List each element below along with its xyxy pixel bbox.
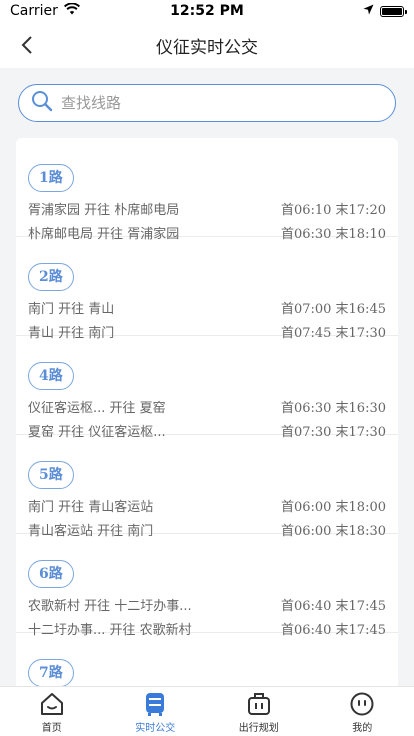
route-item-4[interactable]: 4路 仪征客运枢... 开往 夏窑 首06:30 末16:30 夏窑 开往 仪征… <box>16 336 398 440</box>
battery-icon <box>380 5 407 17</box>
luggage-icon <box>247 693 270 715</box>
back-button[interactable] <box>12 30 42 60</box>
home-icon <box>40 693 63 715</box>
search-input[interactable] <box>61 94 381 112</box>
status-right <box>363 3 407 19</box>
tab-bar: 首页 实时公交 出行规划 我的 <box>0 686 414 736</box>
route-times: 首07:00 末16:45 <box>280 302 386 317</box>
route-badge: 4路 <box>28 362 74 390</box>
route-list: 1路 胥浦家园 开往 朴席邮电局 首06:10 末17:20 朴席邮电局 开往 … <box>16 138 398 698</box>
chevron-left-icon <box>21 36 32 54</box>
route-direction-outbound: 南门 开往 青山客运站 首06:00 末18:00 <box>28 496 386 515</box>
route-times: 首06:30 末16:30 <box>280 401 386 416</box>
route-item-1[interactable]: 1路 胥浦家园 开往 朴席邮电局 首06:10 末17:20 朴席邮电局 开往 … <box>16 138 398 242</box>
status-bar: Carrier 12:52 PM <box>0 0 414 22</box>
route-direction-text: 胥浦家园 开往 朴席邮电局 <box>28 203 180 218</box>
route-item-2[interactable]: 2路 南门 开往 青山 首07:00 末16:45 青山 开往 南门 首07:4… <box>16 237 398 341</box>
bus-icon <box>146 693 165 716</box>
route-badge: 5路 <box>28 461 74 489</box>
route-badge: 7路 <box>28 659 74 687</box>
nav-bar: 仪征实时公交 <box>0 22 414 68</box>
location-arrow-icon <box>363 3 374 19</box>
route-direction-outbound: 胥浦家园 开往 朴席邮电局 首06:10 末17:20 <box>28 199 386 218</box>
route-direction-text: 南门 开往 青山 <box>28 302 115 317</box>
route-times: 首06:10 末17:20 <box>280 203 386 218</box>
route-item-6[interactable]: 6路 农歌新村 开往 十二圩办事... 首06:40 末17:45 十二圩办事.… <box>16 534 398 638</box>
route-badge: 2路 <box>28 263 74 291</box>
tab-realtime-bus[interactable]: 实时公交 <box>104 687 208 736</box>
route-direction-outbound: 农歌新村 开往 十二圩办事... 首06:40 末17:45 <box>28 595 386 614</box>
route-times: 首06:40 末17:45 <box>280 599 386 614</box>
tab-mine[interactable]: 我的 <box>311 687 414 736</box>
search-icon <box>31 90 53 116</box>
status-left: Carrier <box>10 2 80 19</box>
route-badge: 1路 <box>28 164 74 192</box>
route-direction-text: 南门 开往 青山客运站 <box>28 500 154 515</box>
search-bar[interactable] <box>18 84 396 122</box>
tab-label: 我的 <box>352 723 373 734</box>
tab-label: 实时公交 <box>135 723 176 734</box>
route-direction-text: 农歌新村 开往 十二圩办事... <box>28 599 192 614</box>
carrier-label: Carrier <box>10 3 58 19</box>
route-badge: 6路 <box>28 560 74 588</box>
route-times: 首06:00 末18:00 <box>280 500 386 515</box>
tab-home[interactable]: 首页 <box>0 687 104 736</box>
route-direction-outbound: 南门 开往 青山 首07:00 末16:45 <box>28 298 386 317</box>
route-direction-outbound: 仪征客运枢... 开往 夏窑 首06:30 末16:30 <box>28 397 386 416</box>
tab-trip-planning[interactable]: 出行规划 <box>207 687 311 736</box>
page-title: 仪征实时公交 <box>156 37 258 58</box>
route-direction-text: 仪征客运枢... 开往 夏窑 <box>28 401 166 416</box>
route-item-5[interactable]: 5路 南门 开往 青山客运站 首06:00 末18:00 青山客运站 开往 南门… <box>16 435 398 539</box>
tab-label: 首页 <box>41 723 62 734</box>
wifi-icon <box>63 2 80 19</box>
face-icon <box>350 692 374 716</box>
tab-label: 出行规划 <box>238 723 279 734</box>
